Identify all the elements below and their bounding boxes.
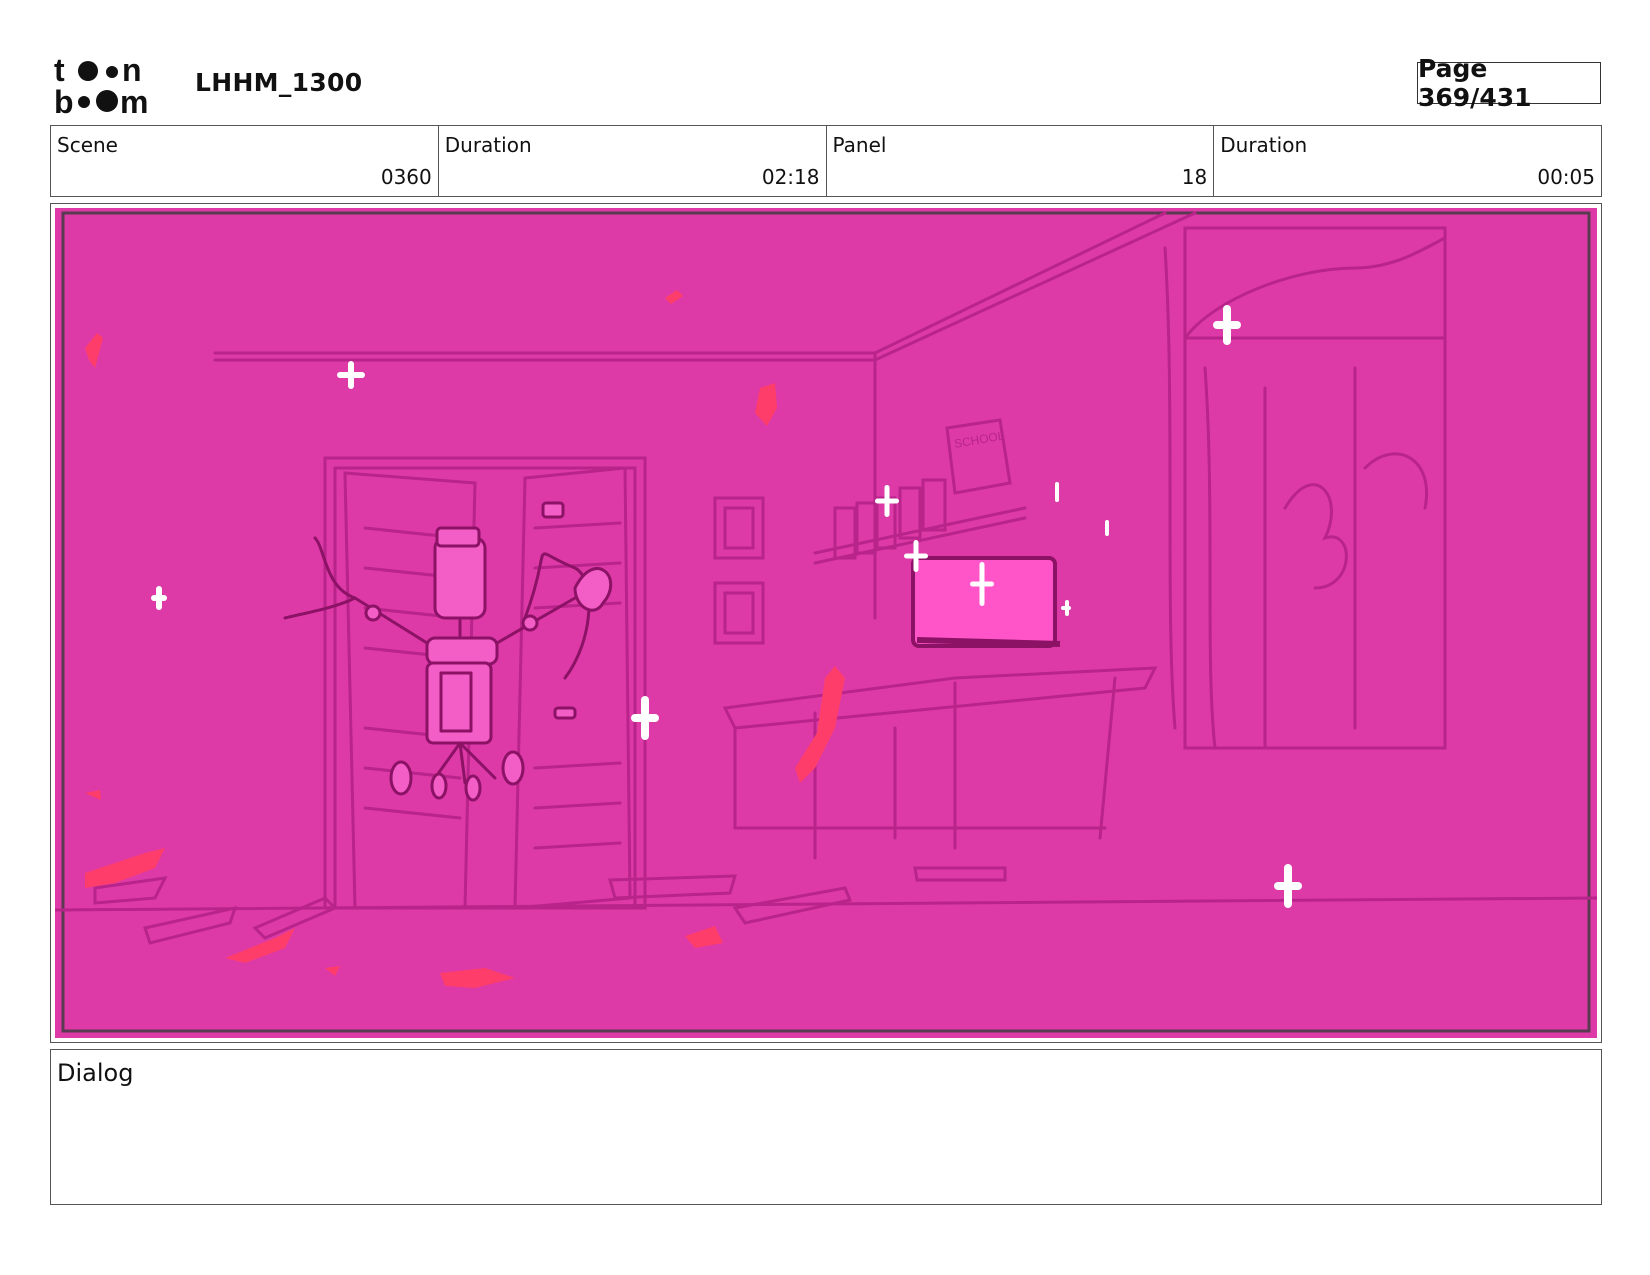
- project-title: LHHM_1300: [195, 68, 363, 97]
- panel-value: 18: [1181, 165, 1208, 189]
- panel-cell: Panel 18: [827, 126, 1215, 196]
- dialog-label: Dialog: [57, 1059, 134, 1087]
- panel-label: Panel: [832, 133, 887, 157]
- panel-duration-label: Duration: [1220, 133, 1308, 157]
- monitor: [911, 556, 1061, 648]
- page-number: Page 369/431: [1417, 54, 1601, 112]
- scene-cell: Scene 0360: [51, 126, 439, 196]
- scene-value: 0360: [380, 165, 432, 189]
- svg-text:n: n: [122, 54, 142, 88]
- svg-text:m: m: [120, 84, 148, 116]
- panel-artwork: SCHOOL: [55, 208, 1597, 1038]
- panel-duration-value: 00:05: [1537, 165, 1595, 189]
- dialog-box: Dialog: [50, 1049, 1602, 1205]
- svg-text:t: t: [54, 54, 65, 88]
- panel-duration-cell: Duration 00:05: [1214, 126, 1601, 196]
- panel-info-row: Scene 0360 Duration 02:18 Panel 18 Durat…: [50, 125, 1602, 197]
- scene-duration-label: Duration: [444, 133, 532, 157]
- scene-duration-cell: Duration 02:18: [439, 126, 827, 196]
- scene-label: Scene: [57, 133, 118, 157]
- storyboard-panel: SCHOOL: [50, 203, 1602, 1043]
- svg-text:b: b: [54, 84, 74, 116]
- toon-boom-logo: t n b m: [54, 54, 148, 116]
- scene-duration-value: 02:18: [761, 165, 820, 189]
